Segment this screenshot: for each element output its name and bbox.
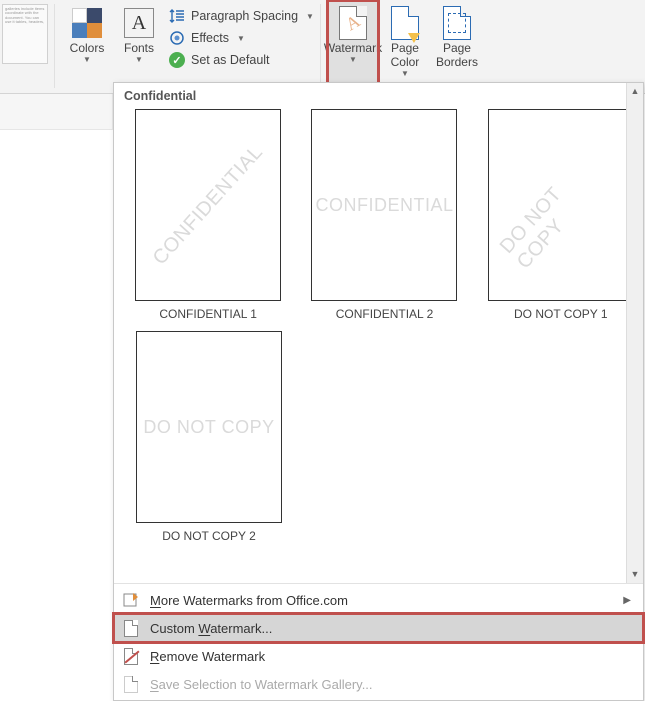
watermark-caption: DO NOT COPY 2 [162, 529, 256, 543]
chevron-down-icon: ▼ [135, 55, 143, 64]
submenu-arrow-icon: ▶ [623, 595, 631, 606]
effects-button[interactable]: Effects ▼ [169, 30, 314, 46]
custom-watermark-item[interactable]: Custom Watermark... [114, 614, 643, 642]
fonts-icon: A [124, 8, 154, 38]
page-color-button[interactable]: Page Color ▼ [379, 0, 431, 88]
fonts-button[interactable]: A Fonts ▼ [113, 0, 165, 88]
watermark-gallery: CONFIDENTIAL CONFIDENTIAL 1 CONFIDENTIAL… [114, 107, 643, 583]
watermark-preset-donotcopy-2[interactable]: DO NOT COPY DO NOT COPY 2 [134, 331, 284, 543]
watermark-thumb: DO NOT COPY [488, 109, 634, 301]
page-color-icon [391, 6, 419, 40]
more-watermarks-item[interactable]: More Watermarks from Office.com ▶ [114, 586, 643, 614]
colors-icon [72, 8, 102, 38]
remove-icon [122, 647, 140, 665]
set-as-default-button[interactable]: ✓ Set as Default [169, 52, 314, 68]
page-borders-icon [443, 6, 471, 40]
fonts-label: Fonts [124, 42, 154, 56]
paragraph-spacing-button[interactable]: Paragraph Spacing ▼ [169, 8, 314, 24]
remove-watermark-item[interactable]: Remove Watermark [114, 642, 643, 670]
watermark-menu: More Watermarks from Office.com ▶ Custom… [114, 584, 643, 700]
watermark-label: Watermark [324, 42, 382, 56]
scrollbar[interactable]: ▲ ▼ [626, 83, 643, 583]
watermark-button[interactable]: A Watermark ▼ [327, 0, 379, 88]
watermark-dropdown: Confidential CONFIDENTIAL CONFIDENTIAL 1… [113, 82, 644, 701]
page-color-label: Page Color [391, 42, 420, 70]
office-icon [122, 591, 140, 609]
scroll-down-icon[interactable]: ▼ [627, 566, 643, 583]
menu-label: More Watermarks from Office.com [150, 593, 348, 608]
chevron-down-icon: ▼ [349, 55, 357, 64]
watermark-thumb: DO NOT COPY [136, 331, 282, 523]
colors-label: Colors [70, 42, 105, 56]
ribbon: galleries include items coordinate with … [0, 0, 645, 94]
watermark-thumb: CONFIDENTIAL [135, 109, 281, 301]
chevron-down-icon: ▼ [306, 12, 314, 21]
effects-label: Effects [191, 31, 229, 45]
menu-label: Custom Watermark... [150, 621, 272, 636]
menu-label: Save Selection to Watermark Gallery... [150, 677, 373, 692]
effects-icon [169, 30, 185, 46]
watermark-caption: CONFIDENTIAL 1 [159, 307, 257, 321]
scroll-up-icon[interactable]: ▲ [627, 83, 643, 100]
page-borders-label: Page Borders [436, 42, 478, 70]
style-set-preview[interactable]: galleries include items coordinate with … [2, 4, 48, 64]
chevron-down-icon: ▼ [401, 69, 409, 78]
watermark-thumb: CONFIDENTIAL [311, 109, 457, 301]
paragraph-spacing-label: Paragraph Spacing [191, 9, 298, 23]
separator [320, 4, 321, 88]
watermark-preset-confidential-2[interactable]: CONFIDENTIAL CONFIDENTIAL 2 [310, 109, 458, 321]
ruler-gutter [0, 94, 113, 130]
save-icon [122, 675, 140, 693]
chevron-down-icon: ▼ [83, 55, 91, 64]
gallery-category-header: Confidential [114, 83, 643, 107]
chevron-down-icon: ▼ [237, 34, 245, 43]
page-borders-button[interactable]: Page Borders [431, 0, 483, 88]
check-icon: ✓ [169, 52, 185, 68]
page-icon [122, 619, 140, 637]
watermark-caption: CONFIDENTIAL 2 [336, 307, 434, 321]
watermark-preset-confidential-1[interactable]: CONFIDENTIAL CONFIDENTIAL 1 [134, 109, 282, 321]
watermark-preset-donotcopy-1[interactable]: DO NOT COPY DO NOT COPY 1 [487, 109, 635, 321]
separator [54, 4, 55, 88]
menu-label: Remove Watermark [150, 649, 265, 664]
set-as-default-label: Set as Default [191, 53, 270, 67]
paragraph-spacing-icon [169, 8, 185, 24]
colors-button[interactable]: Colors ▼ [61, 0, 113, 88]
watermark-caption: DO NOT COPY 1 [514, 307, 608, 321]
save-to-gallery-item: Save Selection to Watermark Gallery... [114, 670, 643, 698]
watermark-icon: A [339, 6, 367, 40]
